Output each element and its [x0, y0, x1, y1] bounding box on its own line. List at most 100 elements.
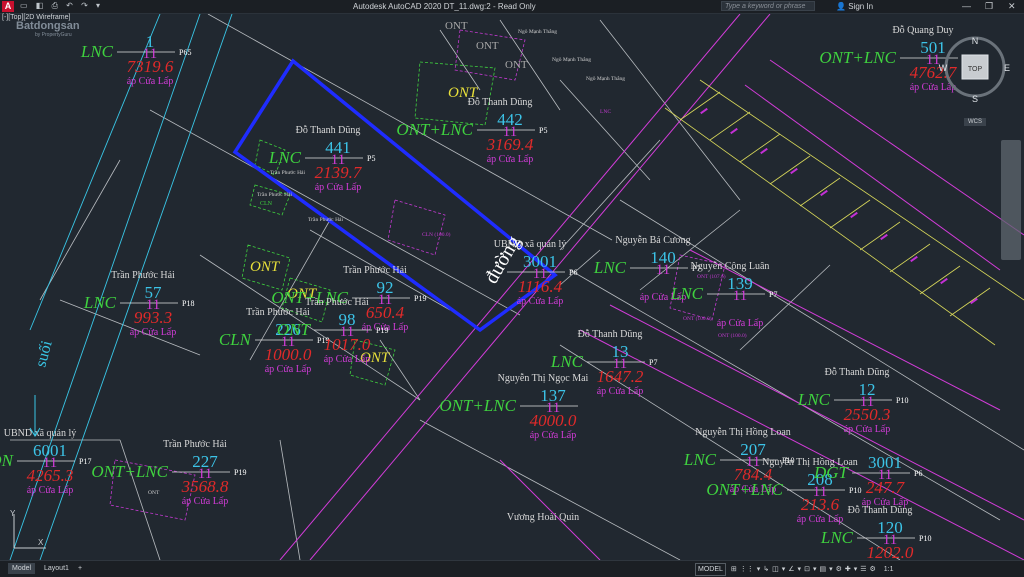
small-label: Ngô Mạnh Thắng	[518, 28, 557, 35]
window-title: Autodesk AutoCAD 2020 DT_11.dwg:2 - Read…	[353, 2, 536, 11]
status-tool-icon[interactable]: ▤	[819, 564, 826, 575]
parcel-place: áp Cửa Lấp	[324, 354, 371, 365]
parcel-area: 1116.4	[518, 277, 563, 296]
view-cube[interactable]: TOP N S E W	[938, 30, 1012, 104]
parcel-area: 1202.0	[867, 543, 914, 560]
parcel-map-ref: P6	[569, 268, 577, 277]
parcel-owner: Đỗ Thanh Dũng	[848, 505, 913, 516]
small-label: ONT	[148, 490, 160, 496]
parcel-label-group: Trần Phước Hải5711993.3áp Cửa LấpLNC P18	[83, 270, 195, 338]
status-tool-icon[interactable]: ▾	[782, 564, 786, 575]
parcel-label-group: Đỗ Thanh Dũng441112139.7áp Cửa LấpLNC P5	[268, 125, 376, 193]
status-tool-icon[interactable]: ◫	[772, 564, 779, 575]
parcel-label-group: Đỗ Thanh Dũng13111647.2áp Cửa LấpLNC P7	[550, 329, 658, 397]
small-label: CLN	[260, 201, 273, 207]
parcel-map-ref: P19	[376, 326, 388, 335]
sign-in-button[interactable]: 👤 Sign In	[836, 2, 873, 11]
parcel-land-type: LNC	[797, 390, 831, 409]
parcel-land-type: LNC	[683, 450, 717, 469]
status-tool-icon[interactable]: ⚙	[836, 564, 842, 575]
parcel-label-group: Trần Phước Hải226111000.0áp Cửa LấpCLN P1…	[219, 307, 330, 375]
status-tool-icon[interactable]: ↳	[763, 564, 769, 575]
parcel-area: 1000.0	[265, 345, 312, 364]
parcel-owner: UBND xã quản lý	[4, 428, 77, 439]
status-tool-icon[interactable]: ▾	[757, 564, 761, 575]
wcs-menu[interactable]: WCS	[964, 118, 986, 126]
status-tool-icon[interactable]: ∠	[788, 564, 794, 575]
parcel-owner: Đỗ Thanh Dũng	[296, 125, 361, 136]
parcel-area: 4265.3	[27, 466, 74, 485]
view-cube-top[interactable]: TOP	[968, 66, 983, 73]
parcel-owner: Nguyễn Bá Cương	[615, 235, 690, 246]
small-label: LNC	[600, 109, 611, 115]
status-tool-icon[interactable]: ⋮⋮	[740, 564, 754, 575]
parcel-sheet: 11	[733, 288, 747, 304]
parcel-map-ref: P10	[896, 396, 908, 405]
parcel-land-type: CLN	[219, 330, 253, 349]
status-tool-icon[interactable]: ▾	[813, 564, 817, 575]
compass-s[interactable]: S	[972, 94, 978, 104]
parcel-place: áp Cửa Lấp	[130, 327, 177, 338]
parcel-owner: Trần Phước Hải	[163, 439, 227, 450]
parcel-label-group: Vương Hoài Quìn	[507, 512, 579, 523]
search-input[interactable]: Type a keyword or phrase	[721, 1, 815, 11]
parcel-area: 1017.0	[324, 335, 371, 354]
add-layout-button[interactable]: +	[74, 563, 86, 574]
tab-layout1[interactable]: Layout1	[40, 563, 73, 574]
parcel-land-type: LNC	[80, 42, 114, 61]
status-tool-icon[interactable]: ▾	[798, 564, 802, 575]
status-tool-icon[interactable]: ▾	[829, 564, 833, 575]
status-tool-icon[interactable]: ☰	[860, 564, 866, 575]
parcel-map-ref: P10	[919, 534, 931, 543]
parcel-map-ref: P17	[79, 457, 91, 466]
parcel-land-type: LNC	[268, 148, 302, 167]
restore-button[interactable]: ❐	[985, 1, 993, 12]
status-tool-icon[interactable]: ⚙	[870, 564, 876, 575]
svg-text:X: X	[38, 538, 44, 547]
parcel-land-type: LNC	[820, 528, 854, 547]
status-bar: Model Layout1 + MODEL ⊞ ⋮⋮ ▾ ↳ ◫ ▾ ∠ ▾ ⊡ ▾ ▤ ▾ ⚙ ✚ ▾ ☰ ⚙…	[0, 560, 1024, 577]
parcel-area: 7319.6	[127, 57, 174, 76]
compass-e[interactable]: E	[1004, 63, 1010, 73]
status-tools: MODEL ⊞ ⋮⋮ ▾ ↳ ◫ ▾ ∠ ▾ ⊡ ▾ ▤ ▾ ⚙ ✚ ▾ ☰ ⚙ 1:1	[695, 563, 897, 576]
parcel-owner: Nguyễn Thị Hồng Loan	[695, 427, 791, 438]
quick-access-toolbar[interactable]: ▭ ◧ ⎙ ↶ ↷ ▾	[20, 1, 103, 11]
parcel-place: áp Cửa Lấp	[844, 424, 891, 435]
parcel-owner: Đỗ Thanh Dũng	[578, 329, 643, 340]
parcel-land-type: ONT+LNC	[819, 48, 896, 67]
parcel-map-ref: P10	[849, 486, 861, 495]
watermark-logo: Batdongsan	[16, 20, 80, 32]
small-label: CLN (100.0)	[422, 231, 451, 238]
drawing-canvas[interactable]: suối đường ONT ONT ONT ONT ONT ONT ONT N…	[0, 14, 1024, 560]
navigation-bar[interactable]	[1001, 140, 1021, 260]
small-label: Trần Phước Hải	[308, 216, 343, 223]
compass-n[interactable]: N	[972, 36, 979, 46]
parcel-map-ref: P5	[367, 154, 375, 163]
minimize-button[interactable]: —	[962, 1, 971, 11]
land-tag-ont: ONT	[476, 40, 499, 52]
status-tool-icon[interactable]: ⊡	[804, 564, 810, 575]
status-tool-icons: ⊞ ⋮⋮ ▾ ↳ ◫ ▾ ∠ ▾ ⊡ ▾ ▤ ▾ ⚙ ✚ ▾ ☰ ⚙	[731, 564, 879, 575]
parcel-area: 247.7	[866, 478, 906, 497]
parcel-label-group: Đỗ Thanh Dũng12112550.3áp Cửa LấpLNC P10	[797, 367, 909, 435]
status-tool-icon[interactable]: ▾	[854, 564, 858, 575]
parcel-area: 3568.8	[181, 477, 229, 496]
status-tool-icon[interactable]: ⊞	[731, 564, 737, 575]
autocad-logo-icon[interactable]: A	[2, 1, 14, 12]
parcel-label-group: Trần Phước Hải227113568.8áp Cửa LấpONT+L…	[91, 439, 246, 507]
parcel-land-type: DGT	[813, 463, 850, 482]
parcel-place: áp Cửa Lấp	[27, 485, 74, 496]
parcel-map-ref: P5	[539, 126, 547, 135]
status-tool-icon[interactable]: ✚	[845, 564, 851, 575]
parcel-map-ref: P7	[649, 358, 657, 367]
parcel-area: 4000.0	[530, 411, 577, 430]
model-space-button[interactable]: MODEL	[695, 563, 726, 576]
compass-w[interactable]: W	[939, 63, 948, 73]
parcel-owner: Trần Phước Hải	[111, 270, 175, 281]
parcel-land-type: ONT	[277, 320, 312, 339]
parcel-place: áp Cửa Lấp	[530, 430, 577, 441]
close-button[interactable]: ✕	[1008, 1, 1016, 12]
annotation-scale[interactable]: 1:1	[884, 564, 894, 575]
tab-model[interactable]: Model	[8, 563, 36, 574]
sign-in-label: Sign In	[848, 2, 874, 11]
